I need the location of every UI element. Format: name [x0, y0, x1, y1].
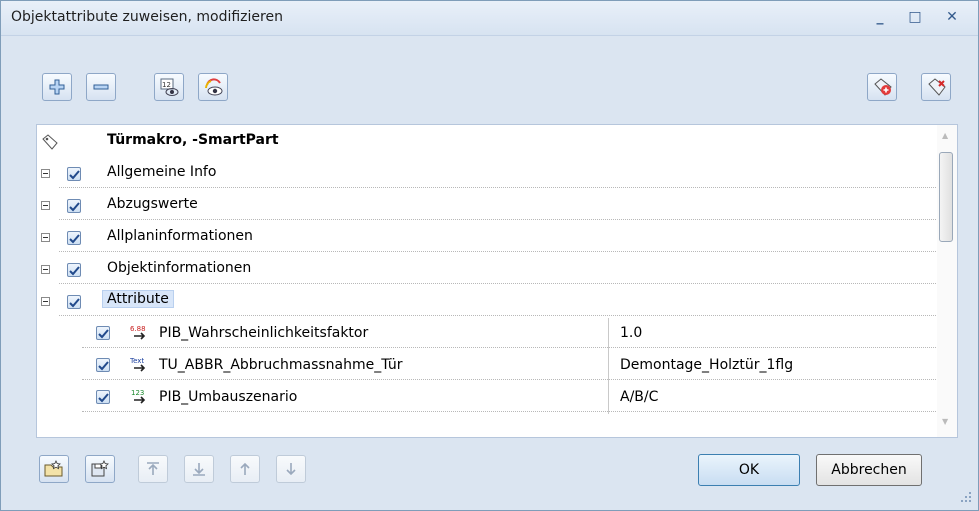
close-button[interactable]: ✕	[941, 7, 963, 27]
attribute-number-icon: 12	[160, 78, 179, 96]
number-format-icon: 6.88	[130, 325, 146, 340]
tree-group-row-selected[interactable]: Attribute	[37, 286, 938, 318]
collapse-minus-icon	[93, 84, 109, 90]
arrow-up-icon	[240, 462, 250, 475]
expand-plus-icon	[49, 79, 65, 95]
window-title: Objektattribute zuweisen, modifizieren	[11, 9, 283, 25]
scroll-down-icon[interactable]: ▼	[942, 417, 948, 426]
attribute-tree[interactable]: Türmakro, -SmartPart Allgemeine Info Abz…	[36, 124, 958, 438]
show-attribute-numbers-button[interactable]: 12	[154, 73, 184, 101]
group-checkbox[interactable]	[67, 167, 81, 181]
group-checkbox[interactable]	[67, 231, 81, 245]
checkmark-icon	[98, 361, 109, 371]
scroll-up-icon[interactable]: ▲	[942, 131, 948, 140]
attribute-value[interactable]: Demontage_Holztür_1flg	[620, 357, 793, 373]
attribute-row[interactable]: Text TU_ABBR_Abbruchmassnahme_Tür Demont…	[37, 350, 938, 382]
attribute-value[interactable]: A/B/C	[620, 389, 658, 405]
attribute-dialog: Objektattribute zuweisen, modifizieren _…	[0, 0, 979, 511]
maximize-button[interactable]: □	[904, 7, 926, 27]
move-up-button[interactable]	[230, 455, 260, 483]
scrollbar-thumb[interactable]	[939, 152, 953, 242]
attribute-checkbox[interactable]	[96, 390, 110, 404]
save-star-icon	[91, 460, 109, 477]
attribute-row[interactable]: 6.88 PIB_Wahrscheinlichkeitsfaktor 1.0	[37, 318, 938, 350]
checkmark-icon	[98, 329, 109, 339]
tag-add-icon	[874, 78, 892, 96]
tree-group-row[interactable]: Abzugswerte	[37, 190, 938, 222]
text-format-icon: Text	[130, 357, 146, 372]
move-bottom-button[interactable]	[184, 455, 214, 483]
tag-icon	[42, 134, 58, 150]
collapse-toggle[interactable]	[41, 169, 50, 178]
checkmark-icon	[98, 393, 109, 403]
checkmark-icon	[69, 298, 80, 308]
svg-text:Text: Text	[130, 357, 144, 365]
move-top-button[interactable]	[138, 455, 168, 483]
checkmark-icon	[69, 234, 80, 244]
svg-text:12: 12	[162, 81, 171, 89]
color-view-button[interactable]	[198, 73, 228, 101]
attribute-row[interactable]: 123 PIB_Umbauszenario A/B/C	[37, 382, 938, 414]
move-down-button[interactable]	[276, 455, 306, 483]
color-eye-icon	[205, 78, 223, 96]
tree-root-label: Türmakro, -SmartPart	[107, 132, 279, 148]
group-label-selected: Attribute	[102, 290, 174, 308]
title-bar: Objektattribute zuweisen, modifizieren _…	[1, 1, 978, 36]
collapse-toggle[interactable]	[41, 297, 50, 306]
svg-text:6.88: 6.88	[130, 325, 146, 333]
checkmark-icon	[69, 170, 80, 180]
toolbar: 12	[1, 36, 978, 116]
attribute-checkbox[interactable]	[96, 326, 110, 340]
expand-all-button[interactable]	[42, 73, 72, 101]
move-to-top-icon	[147, 462, 159, 475]
collapse-all-button[interactable]	[86, 73, 116, 101]
folder-star-icon	[44, 460, 63, 477]
resize-grip-icon[interactable]	[959, 490, 973, 504]
save-favorite-button[interactable]	[85, 455, 115, 483]
collapse-toggle[interactable]	[41, 265, 50, 274]
group-label: Allgemeine Info	[107, 164, 217, 180]
checkmark-icon	[69, 202, 80, 212]
group-checkbox[interactable]	[67, 263, 81, 277]
svg-text:123: 123	[131, 389, 144, 397]
cancel-button[interactable]: Abbrechen	[816, 454, 922, 486]
group-label: Objektinformationen	[107, 260, 252, 276]
group-checkbox[interactable]	[67, 199, 81, 213]
integer-format-icon: 123	[131, 389, 146, 404]
open-favorite-button[interactable]	[39, 455, 69, 483]
move-to-bottom-icon	[193, 463, 205, 476]
vertical-scrollbar[interactable]: ▲ ▼	[937, 125, 957, 437]
group-label: Abzugswerte	[107, 196, 198, 212]
attribute-name: TU_ABBR_Abbruchmassnahme_Tür	[159, 357, 403, 373]
attribute-value[interactable]: 1.0	[620, 325, 642, 341]
checkmark-icon	[69, 266, 80, 276]
group-checkbox[interactable]	[67, 295, 81, 309]
tree-group-row[interactable]: Allgemeine Info	[37, 158, 938, 190]
ok-button[interactable]: OK	[698, 454, 800, 486]
attribute-name: PIB_Umbauszenario	[159, 389, 298, 405]
tree-group-row[interactable]: Objektinformationen	[37, 254, 938, 286]
collapse-toggle[interactable]	[41, 233, 50, 242]
group-label: Allplaninformationen	[107, 228, 253, 244]
tree-root-row[interactable]: Türmakro, -SmartPart	[37, 125, 938, 157]
minimize-button[interactable]: _	[869, 7, 891, 27]
delete-attribute-button[interactable]	[921, 73, 951, 101]
tag-delete-icon	[928, 78, 946, 96]
attribute-name: PIB_Wahrscheinlichkeitsfaktor	[159, 325, 369, 341]
tree-group-row[interactable]: Allplaninformationen	[37, 222, 938, 254]
add-attribute-button[interactable]	[867, 73, 897, 101]
attribute-checkbox[interactable]	[96, 358, 110, 372]
collapse-toggle[interactable]	[41, 201, 50, 210]
arrow-down-icon	[286, 463, 296, 476]
